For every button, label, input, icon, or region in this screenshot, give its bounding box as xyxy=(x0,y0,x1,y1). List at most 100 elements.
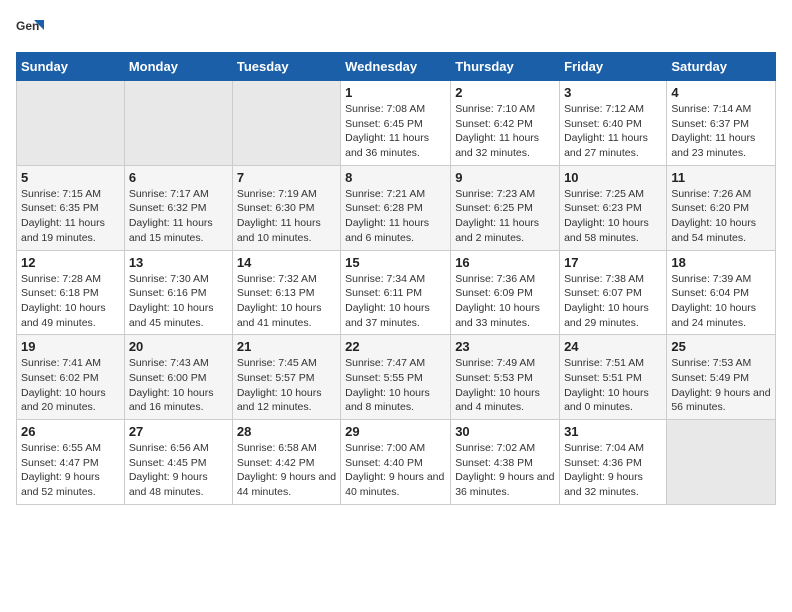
calendar-cell: 1 Sunrise: 7:08 AMSunset: 6:45 PMDaylight… xyxy=(341,81,451,166)
day-info: Sunrise: 7:10 AMSunset: 6:42 PMDaylight:… xyxy=(455,102,555,161)
week-row-3: 12 Sunrise: 7:28 AMSunset: 6:18 PMDayligh… xyxy=(17,250,776,335)
calendar-cell: 18Sunrise: 7:39 AMSunset: 6:04 PMDayligh… xyxy=(667,250,776,335)
calendar-cell: 29 Sunrise: 7:00 AMSunset: 4:40 PMDayligh… xyxy=(341,420,451,505)
calendar-cell: 3 Sunrise: 7:12 AMSunset: 6:40 PMDaylight… xyxy=(560,81,667,166)
day-info: Sunrise: 7:51 AMSunset: 5:51 PMDaylight:… xyxy=(564,356,662,415)
day-info: Sunrise: 7:15 AMSunset: 6:35 PMDaylight:… xyxy=(21,187,120,246)
calendar-cell: 20 Sunrise: 7:43 AMSunset: 6:00 PMDayligh… xyxy=(124,335,232,420)
day-number: 24 xyxy=(564,339,662,354)
calendar-cell: 6 Sunrise: 7:17 AMSunset: 6:32 PMDaylight… xyxy=(124,165,232,250)
day-info: Sunrise: 7:34 AMSunset: 6:11 PMDaylight:… xyxy=(345,272,446,331)
weekday-header-wednesday: Wednesday xyxy=(341,53,451,81)
calendar-cell: 8 Sunrise: 7:21 AMSunset: 6:28 PMDaylight… xyxy=(341,165,451,250)
day-info: Sunrise: 7:39 AMSunset: 6:04 PMDaylight:… xyxy=(671,272,771,331)
calendar-cell: 7 Sunrise: 7:19 AMSunset: 6:30 PMDaylight… xyxy=(232,165,340,250)
calendar-cell: 21Sunrise: 7:45 AMSunset: 5:57 PMDayligh… xyxy=(232,335,340,420)
calendar-cell: 13 Sunrise: 7:30 AMSunset: 6:16 PMDayligh… xyxy=(124,250,232,335)
day-info: Sunrise: 7:26 AMSunset: 6:20 PMDaylight:… xyxy=(671,187,771,246)
weekday-header-saturday: Saturday xyxy=(667,53,776,81)
day-number: 20 xyxy=(129,339,228,354)
calendar-cell: 9 Sunrise: 7:23 AMSunset: 6:25 PMDaylight… xyxy=(451,165,560,250)
day-info: Sunrise: 7:41 AMSunset: 6:02 PMDaylight:… xyxy=(21,356,120,415)
day-number: 2 xyxy=(455,85,555,100)
day-number: 29 xyxy=(345,424,446,439)
weekday-header-sunday: Sunday xyxy=(17,53,125,81)
day-info: Sunrise: 7:49 AMSunset: 5:53 PMDaylight:… xyxy=(455,356,555,415)
calendar-cell: 16 Sunrise: 7:36 AMSunset: 6:09 PMDayligh… xyxy=(451,250,560,335)
day-number: 12 xyxy=(21,255,120,270)
day-number: 1 xyxy=(345,85,446,100)
day-number: 16 xyxy=(455,255,555,270)
day-info: Sunrise: 7:53 AMSunset: 5:49 PMDaylight:… xyxy=(671,356,771,415)
day-info: Sunrise: 7:28 AMSunset: 6:18 PMDaylight:… xyxy=(21,272,120,331)
calendar-cell: 19 Sunrise: 7:41 AMSunset: 6:02 PMDayligh… xyxy=(17,335,125,420)
page-header: Gen xyxy=(16,16,776,44)
day-info: Sunrise: 7:47 AMSunset: 5:55 PMDaylight:… xyxy=(345,356,446,415)
day-number: 30 xyxy=(455,424,555,439)
day-number: 6 xyxy=(129,170,228,185)
calendar-cell: 5Sunrise: 7:15 AMSunset: 6:35 PMDaylight… xyxy=(17,165,125,250)
day-number: 19 xyxy=(21,339,120,354)
calendar-cell: 24 Sunrise: 7:51 AMSunset: 5:51 PMDayligh… xyxy=(560,335,667,420)
day-info: Sunrise: 7:02 AMSunset: 4:38 PMDaylight:… xyxy=(455,441,555,500)
calendar-cell: 10 Sunrise: 7:25 AMSunset: 6:23 PMDayligh… xyxy=(560,165,667,250)
calendar-cell: 12 Sunrise: 7:28 AMSunset: 6:18 PMDayligh… xyxy=(17,250,125,335)
day-number: 14 xyxy=(237,255,336,270)
day-number: 31 xyxy=(564,424,662,439)
day-info: Sunrise: 7:00 AMSunset: 4:40 PMDaylight:… xyxy=(345,441,446,500)
calendar-cell: 25 Sunrise: 7:53 AMSunset: 5:49 PMDayligh… xyxy=(667,335,776,420)
calendar-cell: 17Sunrise: 7:38 AMSunset: 6:07 PMDayligh… xyxy=(560,250,667,335)
day-info: Sunrise: 7:30 AMSunset: 6:16 PMDaylight:… xyxy=(129,272,228,331)
day-number: 9 xyxy=(455,170,555,185)
calendar-cell: 27Sunrise: 6:56 AMSunset: 4:45 PMDayligh… xyxy=(124,420,232,505)
calendar-table: SundayMondayTuesdayWednesdayThursdayFrid… xyxy=(16,52,776,505)
logo: Gen xyxy=(16,16,48,44)
calendar-cell xyxy=(124,81,232,166)
day-number: 26 xyxy=(21,424,120,439)
calendar-cell: 4Sunrise: 7:14 AMSunset: 6:37 PMDaylight… xyxy=(667,81,776,166)
day-info: Sunrise: 7:17 AMSunset: 6:32 PMDaylight:… xyxy=(129,187,228,246)
week-row-4: 19 Sunrise: 7:41 AMSunset: 6:02 PMDayligh… xyxy=(17,335,776,420)
calendar-cell: 26 Sunrise: 6:55 AMSunset: 4:47 PMDayligh… xyxy=(17,420,125,505)
weekday-header-friday: Friday xyxy=(560,53,667,81)
logo-icon: Gen xyxy=(16,16,44,44)
calendar-cell: 31 Sunrise: 7:04 AMSunset: 4:36 PMDayligh… xyxy=(560,420,667,505)
calendar-cell: 28 Sunrise: 6:58 AMSunset: 4:42 PMDayligh… xyxy=(232,420,340,505)
week-row-1: 1 Sunrise: 7:08 AMSunset: 6:45 PMDaylight… xyxy=(17,81,776,166)
week-row-2: 5Sunrise: 7:15 AMSunset: 6:35 PMDaylight… xyxy=(17,165,776,250)
day-number: 13 xyxy=(129,255,228,270)
weekday-header-monday: Monday xyxy=(124,53,232,81)
calendar-cell: 15 Sunrise: 7:34 AMSunset: 6:11 PMDayligh… xyxy=(341,250,451,335)
day-info: Sunrise: 7:12 AMSunset: 6:40 PMDaylight:… xyxy=(564,102,662,161)
day-number: 17 xyxy=(564,255,662,270)
week-row-5: 26 Sunrise: 6:55 AMSunset: 4:47 PMDayligh… xyxy=(17,420,776,505)
calendar-cell: 2 Sunrise: 7:10 AMSunset: 6:42 PMDaylight… xyxy=(451,81,560,166)
day-number: 15 xyxy=(345,255,446,270)
weekday-header-thursday: Thursday xyxy=(451,53,560,81)
day-number: 7 xyxy=(237,170,336,185)
day-number: 10 xyxy=(564,170,662,185)
calendar-cell xyxy=(667,420,776,505)
calendar-cell xyxy=(232,81,340,166)
day-info: Sunrise: 7:36 AMSunset: 6:09 PMDaylight:… xyxy=(455,272,555,331)
day-number: 22 xyxy=(345,339,446,354)
day-info: Sunrise: 6:58 AMSunset: 4:42 PMDaylight:… xyxy=(237,441,336,500)
weekday-header-row: SundayMondayTuesdayWednesdayThursdayFrid… xyxy=(17,53,776,81)
day-info: Sunrise: 6:55 AMSunset: 4:47 PMDaylight:… xyxy=(21,441,120,500)
day-number: 3 xyxy=(564,85,662,100)
day-info: Sunrise: 7:23 AMSunset: 6:25 PMDaylight:… xyxy=(455,187,555,246)
day-number: 8 xyxy=(345,170,446,185)
calendar-cell: 22 Sunrise: 7:47 AMSunset: 5:55 PMDayligh… xyxy=(341,335,451,420)
day-info: Sunrise: 7:25 AMSunset: 6:23 PMDaylight:… xyxy=(564,187,662,246)
day-info: Sunrise: 7:04 AMSunset: 4:36 PMDaylight:… xyxy=(564,441,662,500)
day-number: 28 xyxy=(237,424,336,439)
calendar-cell: 30 Sunrise: 7:02 AMSunset: 4:38 PMDayligh… xyxy=(451,420,560,505)
day-number: 25 xyxy=(671,339,771,354)
day-info: Sunrise: 7:21 AMSunset: 6:28 PMDaylight:… xyxy=(345,187,446,246)
calendar-cell xyxy=(17,81,125,166)
day-info: Sunrise: 7:19 AMSunset: 6:30 PMDaylight:… xyxy=(237,187,336,246)
day-info: Sunrise: 7:43 AMSunset: 6:00 PMDaylight:… xyxy=(129,356,228,415)
day-info: Sunrise: 7:08 AMSunset: 6:45 PMDaylight:… xyxy=(345,102,446,161)
day-info: Sunrise: 7:32 AMSunset: 6:13 PMDaylight:… xyxy=(237,272,336,331)
calendar-cell: 11Sunrise: 7:26 AMSunset: 6:20 PMDayligh… xyxy=(667,165,776,250)
